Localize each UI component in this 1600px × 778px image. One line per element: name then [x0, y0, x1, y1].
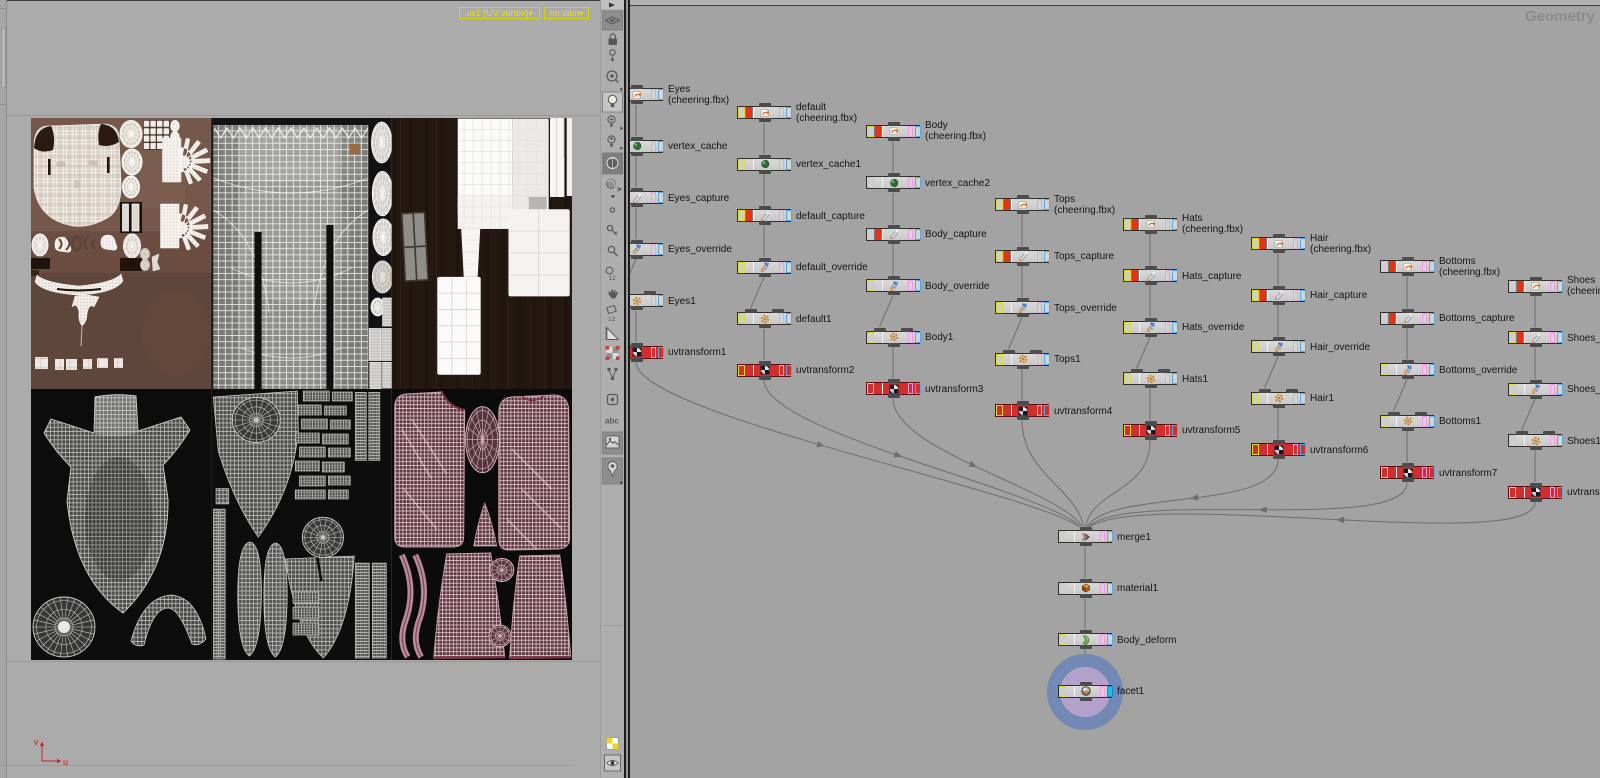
svg-text:u: u: [63, 757, 68, 767]
svg-text:12: 12: [609, 275, 617, 282]
svg-text:abc: abc: [605, 417, 619, 426]
svg-text:v: v: [34, 737, 39, 747]
svg-text:12: 12: [608, 316, 616, 323]
